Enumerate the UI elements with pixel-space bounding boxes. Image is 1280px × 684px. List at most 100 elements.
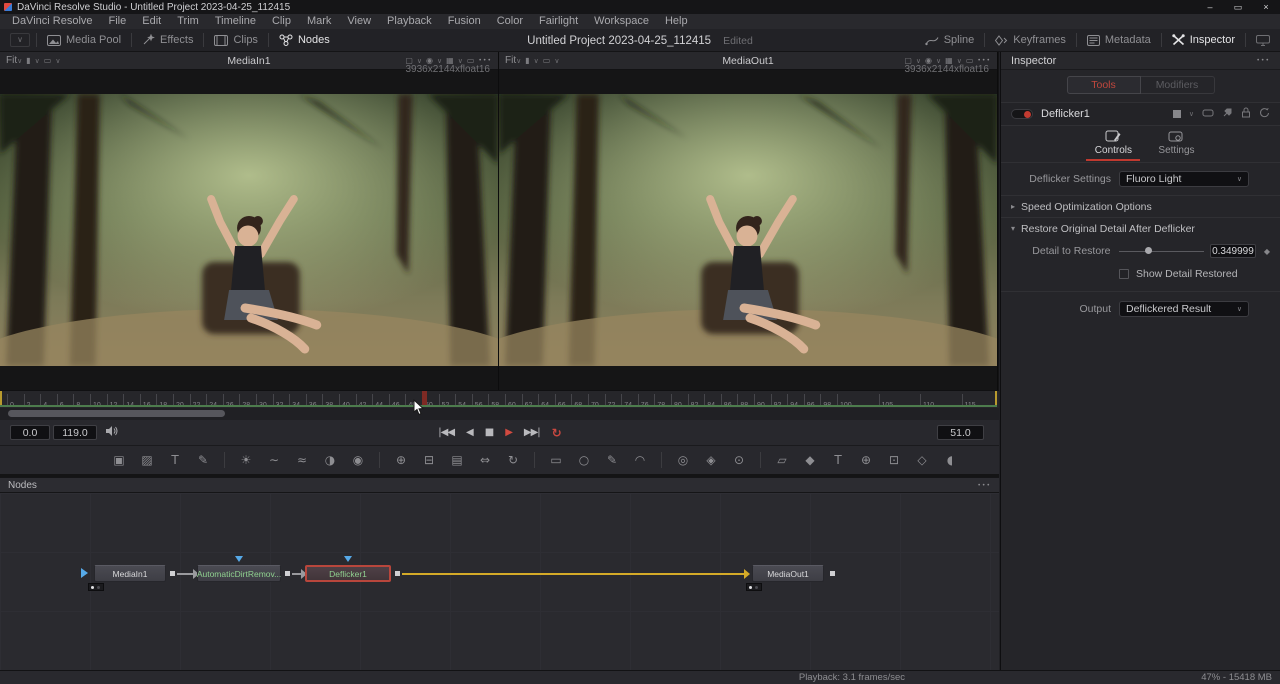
node-deflicker1[interactable]: Deflicker1 — [305, 565, 391, 582]
maximize-button[interactable]: ▭ — [1224, 2, 1252, 13]
node-mediaout1[interactable]: MediaOut1 — [752, 565, 824, 582]
timeline-scrollbar-track[interactable] — [0, 408, 999, 420]
menu-edit[interactable]: Edit — [134, 14, 169, 29]
nodes-button[interactable]: Nodes — [269, 29, 340, 52]
tab-tools[interactable]: Tools — [1067, 76, 1141, 94]
panel-toggle-button[interactable]: ∨ — [10, 33, 30, 47]
node-input-icon[interactable] — [81, 568, 88, 578]
go-to-start-button[interactable]: |◀◀ — [438, 428, 454, 438]
node-connection[interactable] — [402, 573, 744, 575]
menu-timeline[interactable]: Timeline — [207, 14, 264, 29]
menu-trim[interactable]: Trim — [169, 14, 207, 29]
loop-button[interactable]: ↻ — [552, 427, 561, 439]
node-automaticdirtremov[interactable]: AutomaticDirtRemov... — [197, 565, 281, 582]
deflicker-settings-dropdown[interactable]: Fluoro Light ∨ — [1119, 171, 1249, 187]
matte-control-tool-icon[interactable]: ⊟ — [422, 453, 436, 467]
current-frame-field[interactable]: 51.0 — [937, 425, 984, 440]
transform-tool-icon[interactable]: ↻ — [506, 453, 520, 467]
pin-icon[interactable] — [1222, 107, 1233, 121]
timeline-ruler[interactable]: 0246810121416182022242628303234363840424… — [0, 390, 999, 408]
node-connection[interactable] — [292, 573, 301, 575]
show-detail-restored-checkbox[interactable] — [1119, 269, 1129, 279]
ab-buffer-icon[interactable]: ▮ — [26, 56, 30, 65]
reset-icon[interactable] — [1259, 107, 1270, 121]
mask-input-icon[interactable] — [344, 556, 352, 562]
subtab-controls[interactable]: Controls — [1086, 130, 1140, 162]
node-output-connector[interactable] — [285, 571, 290, 576]
lightbox-button[interactable] — [1246, 29, 1280, 52]
polygon-mask-tool-icon[interactable]: ✎ — [605, 453, 619, 467]
menu-fairlight[interactable]: Fairlight — [531, 14, 586, 29]
menu-davinci-resolve[interactable]: DaVinci Resolve — [4, 14, 101, 29]
node-mediain1[interactable]: MediaIn1 — [94, 565, 166, 582]
menu-clip[interactable]: Clip — [264, 14, 299, 29]
text-3d-tool-icon[interactable]: T — [831, 453, 845, 467]
stereo-icon[interactable]: ▭ — [543, 56, 551, 65]
image-plane-3d-tool-icon[interactable]: ▱ — [775, 453, 789, 467]
play-button[interactable]: ▶ — [505, 428, 512, 438]
menu-playback[interactable]: Playback — [379, 14, 440, 29]
mediain-tool-icon[interactable]: ▣ — [112, 453, 126, 467]
node-connection[interactable] — [177, 573, 193, 575]
media-pool-button[interactable]: Media Pool — [37, 29, 131, 52]
ellipse-mask-tool-icon[interactable]: ○ — [577, 453, 591, 467]
stereo-dropdown-icon[interactable]: ∨ — [554, 57, 559, 65]
text-plus-tool-icon[interactable]: T — [168, 453, 182, 467]
paint-tool-icon[interactable]: ✎ — [196, 453, 210, 467]
subtab-settings[interactable]: Settings — [1158, 130, 1194, 162]
timeline-scrollbar[interactable] — [8, 410, 225, 417]
media-out-tool-icon[interactable]: ▤ — [450, 453, 464, 467]
close-button[interactable]: × — [1252, 2, 1280, 13]
minimize-button[interactable]: – — [1196, 2, 1224, 13]
cache-icon[interactable] — [1202, 108, 1214, 121]
detail-to-restore-value[interactable]: 0.349999 — [1210, 244, 1256, 258]
slider-handle[interactable] — [1145, 247, 1152, 254]
resize-tool-icon[interactable]: ⇔ — [478, 453, 492, 467]
shape-3d-tool-icon[interactable]: ◆ — [803, 453, 817, 467]
cube-3d-tool-icon[interactable]: ⊡ — [887, 453, 901, 467]
ab-buffer-icon[interactable]: ▮ — [525, 56, 529, 65]
viewer-options-icon[interactable]: ••• — [478, 57, 492, 64]
play-reverse-button[interactable]: ◀ — [466, 428, 473, 438]
menu-view[interactable]: View — [339, 14, 379, 29]
menu-help[interactable]: Help — [657, 14, 696, 29]
camera-3d-tool-icon[interactable]: ◇ — [915, 453, 929, 467]
lock-icon[interactable] — [1241, 107, 1251, 121]
menu-mark[interactable]: Mark — [299, 14, 339, 29]
viewer-canvas[interactable] — [0, 70, 498, 390]
rectangle-mask-tool-icon[interactable]: ▭ — [549, 453, 563, 467]
clips-button[interactable]: Clips — [204, 29, 267, 52]
stereo-dropdown-icon[interactable]: ∨ — [55, 57, 60, 65]
stop-button[interactable]: ■ — [485, 428, 493, 438]
section-speed-optimization[interactable]: ▸ Speed Optimization Options — [1001, 195, 1280, 217]
inspector-options-icon[interactable]: ••• — [1256, 57, 1270, 64]
section-restore-original-detail[interactable]: ▾ Restore Original Detail After Deflicke… — [1001, 217, 1280, 239]
zoom-fit-dropdown[interactable]: Fit∨ — [505, 55, 521, 66]
color-curves-tool-icon[interactable]: ∼ — [267, 453, 281, 467]
keyframes-button[interactable]: Keyframes — [985, 29, 1076, 52]
nodes-options-icon[interactable]: ••• — [977, 482, 991, 489]
merge-3d-tool-icon[interactable]: ⊕ — [859, 453, 873, 467]
background-tool-icon[interactable]: ▨ — [140, 453, 154, 467]
node-color-dropdown-icon[interactable]: ∨ — [1189, 110, 1194, 118]
node-output-connector[interactable] — [395, 571, 400, 576]
viewer-options-icon[interactable]: ••• — [977, 57, 991, 64]
buffer-dropdown-icon[interactable]: ∨ — [35, 57, 40, 65]
metadata-button[interactable]: Metadata — [1077, 29, 1161, 52]
spline-button[interactable]: Spline — [915, 29, 985, 52]
zoom-fit-dropdown[interactable]: Fit∨ — [6, 55, 22, 66]
inspector-button[interactable]: Inspector — [1162, 29, 1245, 52]
menu-workspace[interactable]: Workspace — [586, 14, 657, 29]
blur-tool-icon[interactable]: ◉ — [351, 453, 365, 467]
planar-tracker-tool-icon[interactable]: ◈ — [704, 453, 718, 467]
node-color-icon[interactable] — [1173, 110, 1181, 118]
tab-modifiers[interactable]: Modifiers — [1141, 76, 1215, 94]
buffer-dropdown-icon[interactable]: ∨ — [534, 57, 539, 65]
camera-tracker-tool-icon[interactable]: ⊙ — [732, 453, 746, 467]
effects-button[interactable]: Effects — [132, 29, 203, 52]
color-corrector-tool-icon[interactable]: ☀ — [239, 453, 253, 467]
output-dropdown[interactable]: Deflickered Result ∨ — [1119, 301, 1249, 317]
node-output-connector[interactable] — [170, 571, 175, 576]
merge-tool-icon[interactable]: ⊕ — [394, 453, 408, 467]
viewer-canvas[interactable] — [499, 70, 997, 390]
